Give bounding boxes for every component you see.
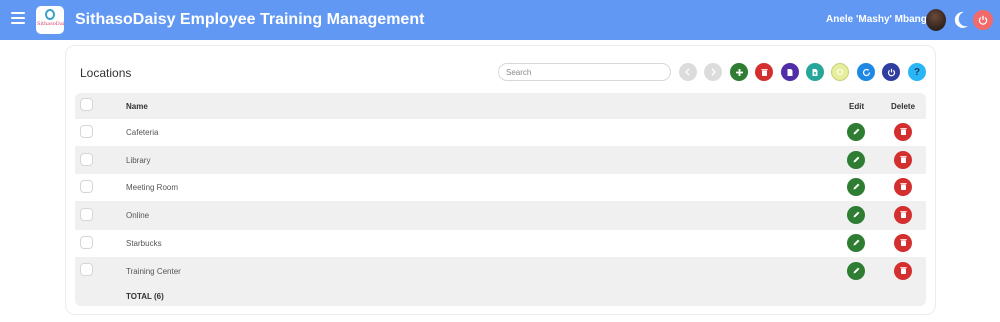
pencil-icon [852, 123, 861, 141]
delete-button[interactable] [894, 178, 912, 196]
logout-power-icon[interactable] [973, 10, 993, 30]
chevron-right-icon [709, 68, 717, 76]
delete-button[interactable] [894, 206, 912, 224]
app-bar: SithasoDaisy SithasoDaisy Employee Train… [0, 0, 1000, 40]
edit-button[interactable] [847, 178, 865, 196]
add-button[interactable] [730, 63, 748, 81]
row-checkbox[interactable] [80, 236, 93, 249]
trash-icon [899, 178, 908, 196]
table-row[interactable]: Starbucks [75, 230, 926, 257]
pencil-icon [852, 262, 861, 280]
yellow-circle-icon [836, 68, 844, 76]
search-input[interactable] [498, 63, 671, 81]
power-icon [887, 68, 896, 77]
table-row[interactable]: Library [75, 147, 926, 174]
edit-button[interactable] [847, 234, 865, 252]
trash-icon [899, 262, 908, 280]
row-checkbox[interactable] [80, 153, 93, 166]
prev-page-button[interactable] [679, 63, 697, 81]
table-total: TOTAL (6) [126, 292, 164, 301]
table-header: Name Edit Delete [75, 93, 926, 120]
delete-icon [760, 68, 769, 77]
trash-icon [899, 234, 908, 252]
edit-button[interactable] [847, 151, 865, 169]
pencil-icon [852, 206, 861, 224]
help-button[interactable]: ? [908, 63, 926, 81]
locations-table: Name Edit Delete Cafeteria Library Meeti… [75, 93, 926, 306]
trash-icon [899, 206, 908, 224]
pencil-icon [852, 151, 861, 169]
pdf-icon [786, 68, 794, 77]
help-icon: ? [913, 66, 921, 78]
location-name: Training Center [126, 267, 181, 276]
location-name: Cafeteria [126, 128, 159, 137]
delete-button[interactable] [894, 234, 912, 252]
delete-button[interactable] [894, 262, 912, 280]
delete-button[interactable] [894, 151, 912, 169]
chevron-left-icon [684, 68, 692, 76]
table-row[interactable]: Training Center [75, 257, 926, 284]
export-excel-button[interactable] [806, 63, 824, 81]
export-pdf-button[interactable] [781, 63, 799, 81]
table-row[interactable]: Online [75, 202, 926, 229]
pencil-icon [852, 178, 861, 196]
add-icon [735, 68, 744, 77]
table-row[interactable]: Cafeteria [75, 119, 926, 146]
yellow-action-button[interactable] [831, 63, 849, 81]
row-checkbox[interactable] [80, 263, 93, 276]
edit-button[interactable] [847, 123, 865, 141]
app-logo: SithasoDaisy [36, 6, 64, 34]
refresh-icon [862, 68, 871, 77]
trash-icon [899, 123, 908, 141]
user-name: Anele 'Mashy' Mbanga [826, 14, 933, 25]
next-page-button[interactable] [704, 63, 722, 81]
delete-all-button[interactable] [755, 63, 773, 81]
avatar[interactable] [926, 9, 946, 31]
column-header-delete: Delete [891, 102, 916, 111]
excel-icon [811, 68, 819, 77]
location-name: Library [126, 156, 151, 165]
app-title: SithasoDaisy Employee Training Managemen… [75, 11, 425, 28]
pencil-icon [852, 234, 861, 252]
row-checkbox[interactable] [80, 208, 93, 221]
row-checkbox[interactable] [80, 180, 93, 193]
select-all-checkbox[interactable] [80, 98, 93, 111]
moon-icon[interactable] [951, 9, 971, 31]
edit-button[interactable] [847, 206, 865, 224]
location-name: Online [126, 211, 150, 220]
row-checkbox[interactable] [80, 125, 93, 138]
column-header-name: Name [126, 102, 148, 111]
delete-button[interactable] [894, 123, 912, 141]
location-name: Meeting Room [126, 183, 179, 192]
refresh-button[interactable] [857, 63, 875, 81]
edit-button[interactable] [847, 262, 865, 280]
trash-icon [899, 151, 908, 169]
location-name: Starbucks [126, 239, 162, 248]
hamburger-menu-icon[interactable] [11, 12, 25, 28]
column-header-edit: Edit [849, 102, 865, 111]
table-row[interactable]: Meeting Room [75, 174, 926, 201]
page-title: Locations [80, 66, 132, 80]
power-button[interactable] [882, 63, 900, 81]
